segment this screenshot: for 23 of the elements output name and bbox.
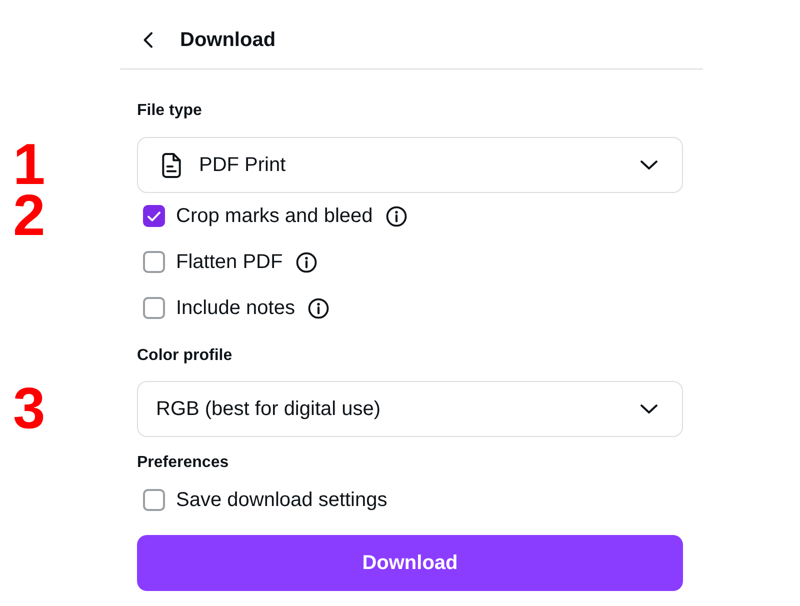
- panel-title: Download: [180, 28, 276, 52]
- section-label: Color profile: [137, 346, 232, 366]
- section-label: File type: [137, 101, 202, 121]
- chevron-down-icon: [640, 404, 658, 414]
- checkbox[interactable]: [143, 251, 165, 273]
- checkbox[interactable]: [143, 205, 165, 227]
- option-label: Crop marks and bleed: [176, 204, 373, 228]
- option-label: Include notes: [176, 296, 295, 320]
- checkmark-icon: [147, 210, 161, 222]
- section-label: Preferences: [137, 453, 229, 473]
- file-type-dropdown[interactable]: PDF Print: [137, 137, 683, 193]
- info-icon[interactable]: [308, 298, 329, 318]
- chevron-down-icon: [640, 160, 658, 170]
- back-icon[interactable]: [143, 32, 153, 48]
- option-label: Flatten PDF: [176, 250, 283, 274]
- callout-number: 3: [13, 380, 46, 438]
- checkbox[interactable]: [143, 297, 165, 319]
- info-icon[interactable]: [296, 252, 317, 272]
- checkbox[interactable]: [143, 489, 165, 511]
- download-button[interactable]: Download: [137, 535, 683, 591]
- option-label: Save download settings: [176, 488, 388, 512]
- color-profile-dropdown[interactable]: RGB (best for digital use): [137, 381, 683, 437]
- info-icon[interactable]: [386, 206, 407, 226]
